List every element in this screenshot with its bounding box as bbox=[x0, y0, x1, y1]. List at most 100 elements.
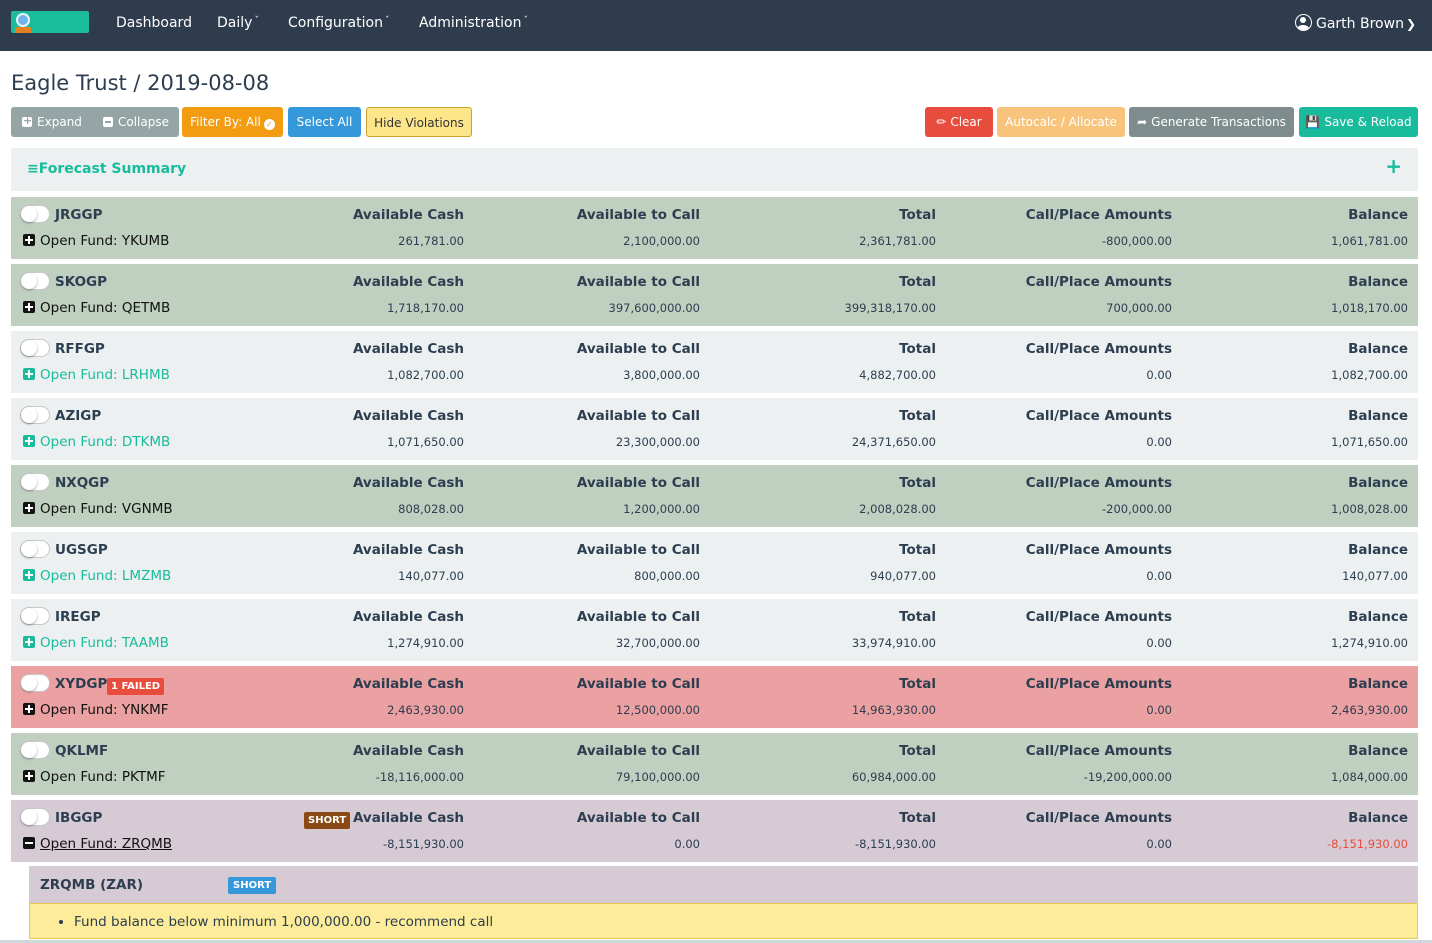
total-value: 4,882,700.00 bbox=[859, 368, 936, 382]
open-fund-link[interactable]: Open Fund: VGNMB bbox=[23, 501, 173, 517]
nav-daily[interactable]: Daily ˇ bbox=[217, 15, 259, 31]
select-all-label: Select All bbox=[296, 115, 353, 129]
col-total: Total bbox=[899, 542, 936, 558]
nav-dashboard[interactable]: Dashboard bbox=[116, 15, 192, 31]
fund-toggle[interactable] bbox=[20, 406, 50, 424]
balance-value: 2,463,930.00 bbox=[1331, 703, 1408, 717]
col-balance: Balance bbox=[1348, 341, 1408, 357]
col-available-to-call: Available to Call bbox=[576, 341, 700, 357]
expand-button[interactable]: Expand bbox=[11, 106, 93, 137]
col-available-cash: Available Cash bbox=[352, 475, 464, 491]
filter-label: Filter By: All bbox=[190, 115, 261, 129]
generate-label: Generate Transactions bbox=[1151, 115, 1286, 129]
available-cash-value: 1,274,910.00 bbox=[387, 636, 464, 650]
available-cash-value: 1,082,700.00 bbox=[387, 368, 464, 382]
autocalc-button[interactable]: Autocalc / Allocate bbox=[997, 107, 1125, 137]
fund-toggle[interactable] bbox=[20, 205, 50, 223]
open-fund-link[interactable]: Open Fund: PKTMF bbox=[23, 769, 166, 785]
open-fund-link[interactable]: Open Fund: LMZMB bbox=[23, 568, 171, 584]
filter-by-button[interactable]: Filter By: All ✓ bbox=[182, 107, 283, 137]
col-total: Total bbox=[899, 341, 936, 357]
open-fund-link[interactable]: Open Fund: QETMB bbox=[23, 300, 170, 316]
select-all-button[interactable]: Select All bbox=[288, 107, 361, 137]
save-label: Save & Reload bbox=[1324, 115, 1412, 129]
chevron-down-icon: ˇ bbox=[254, 16, 259, 26]
col-available-to-call: Available to Call bbox=[576, 743, 700, 759]
available-cash-value: -18,116,000.00 bbox=[375, 770, 464, 784]
open-fund-link[interactable]: Open Fund: YNKMF bbox=[23, 702, 169, 718]
open-fund-link[interactable]: Open Fund: DTKMB bbox=[23, 434, 170, 450]
nav-configuration[interactable]: Configuration ˇ bbox=[288, 15, 389, 31]
open-fund-label: Open Fund: YKUMB bbox=[40, 233, 170, 249]
open-fund-link[interactable]: Open Fund: LRHMB bbox=[23, 367, 170, 383]
minus-square-icon bbox=[103, 117, 113, 127]
fund-toggle[interactable] bbox=[20, 674, 50, 692]
total-value: 940,077.00 bbox=[870, 569, 936, 583]
collapse-label: Collapse bbox=[118, 115, 169, 129]
available-cash-value: -8,151,930.00 bbox=[383, 837, 464, 851]
col-available-cash: Available Cash bbox=[352, 743, 464, 759]
col-total: Total bbox=[899, 743, 936, 759]
col-total: Total bbox=[899, 810, 936, 826]
call-place-value: -19,200,000.00 bbox=[1083, 770, 1172, 784]
user-menu[interactable]: Garth Brown ❯ bbox=[1295, 14, 1416, 32]
nav-administration[interactable]: Administration ˇ bbox=[419, 15, 528, 31]
clear-button[interactable]: ✏ Clear bbox=[925, 107, 993, 137]
fund-toggle[interactable] bbox=[20, 808, 50, 826]
forecast-summary-title[interactable]: ≡Forecast Summary bbox=[27, 161, 186, 177]
fund-code: SKOGP bbox=[55, 274, 108, 290]
check-circle-icon: ✓ bbox=[263, 119, 275, 130]
call-place-value: 0.00 bbox=[1146, 435, 1172, 449]
collapse-button[interactable]: Collapse bbox=[93, 107, 179, 137]
open-fund-link[interactable]: Open Fund: TAAMB bbox=[23, 635, 169, 651]
available-cash-value: 140,077.00 bbox=[398, 569, 464, 583]
fund-toggle[interactable] bbox=[20, 473, 50, 491]
call-place-value: 700,000.00 bbox=[1106, 301, 1172, 315]
col-available-to-call: Available to Call bbox=[576, 542, 700, 558]
available-to-call-value: 79,100,000.00 bbox=[615, 770, 700, 784]
fund-code: XYDGP bbox=[55, 676, 108, 692]
available-to-call-value: 12,500,000.00 bbox=[615, 703, 700, 717]
call-place-value: 0.00 bbox=[1146, 636, 1172, 650]
available-cash-value: 2,463,930.00 bbox=[387, 703, 464, 717]
available-to-call-value: 1,200,000.00 bbox=[623, 502, 700, 516]
fund-row: UGSGP Open Fund: LMZMB Available Cash Av… bbox=[11, 532, 1418, 594]
fund-row: SKOGP Open Fund: QETMB Available Cash Av… bbox=[11, 264, 1418, 326]
col-available-cash: Available Cash bbox=[352, 542, 464, 558]
fund-toggle[interactable] bbox=[20, 272, 50, 290]
fund-code: JRGGP bbox=[55, 207, 103, 223]
fund-code: IBGGP bbox=[55, 810, 103, 826]
add-icon[interactable]: + bbox=[1385, 154, 1402, 178]
col-balance: Balance bbox=[1348, 475, 1408, 491]
save-reload-button[interactable]: 💾 Save & Reload bbox=[1299, 107, 1418, 137]
open-fund-label: Open Fund: VGNMB bbox=[40, 501, 173, 517]
total-value: 2,361,781.00 bbox=[859, 234, 936, 248]
app-logo[interactable] bbox=[11, 11, 89, 33]
detail-fund-code: ZRQMB (ZAR) bbox=[40, 877, 144, 893]
total-value: 60,984,000.00 bbox=[851, 770, 936, 784]
chevron-down-icon: ˇ bbox=[523, 16, 528, 26]
bars-icon: ≡ bbox=[27, 161, 39, 177]
hide-violations-button[interactable]: Hide Violations bbox=[366, 107, 472, 137]
col-available-to-call: Available to Call bbox=[576, 810, 700, 826]
available-cash-value: 261,781.00 bbox=[398, 234, 464, 248]
short-badge: SHORT bbox=[304, 812, 351, 829]
col-call-place: Call/Place Amounts bbox=[1025, 475, 1172, 491]
fund-toggle[interactable] bbox=[20, 607, 50, 625]
open-fund-link[interactable]: Open Fund: YKUMB bbox=[23, 233, 169, 249]
call-place-value: -800,000.00 bbox=[1102, 234, 1172, 248]
fund-toggle[interactable] bbox=[20, 339, 50, 357]
col-call-place: Call/Place Amounts bbox=[1025, 408, 1172, 424]
fund-toggle[interactable] bbox=[20, 540, 50, 558]
open-fund-detail: ZRQMB (ZAR) SHORT bbox=[29, 866, 1418, 903]
fund-toggle[interactable] bbox=[20, 741, 50, 759]
col-available-cash: Available Cash bbox=[352, 341, 464, 357]
generate-transactions-button[interactable]: ➦ Generate Transactions bbox=[1129, 107, 1294, 137]
col-call-place: Call/Place Amounts bbox=[1025, 810, 1172, 826]
open-fund-label: Open Fund: TAAMB bbox=[40, 635, 169, 651]
open-fund-link[interactable]: Open Fund: ZRQMB bbox=[23, 836, 172, 852]
col-balance: Balance bbox=[1348, 274, 1408, 290]
warning-item: Fund balance below minimum 1,000,000.00 … bbox=[74, 914, 493, 930]
call-place-value: 0.00 bbox=[1146, 837, 1172, 851]
col-call-place: Call/Place Amounts bbox=[1025, 609, 1172, 625]
